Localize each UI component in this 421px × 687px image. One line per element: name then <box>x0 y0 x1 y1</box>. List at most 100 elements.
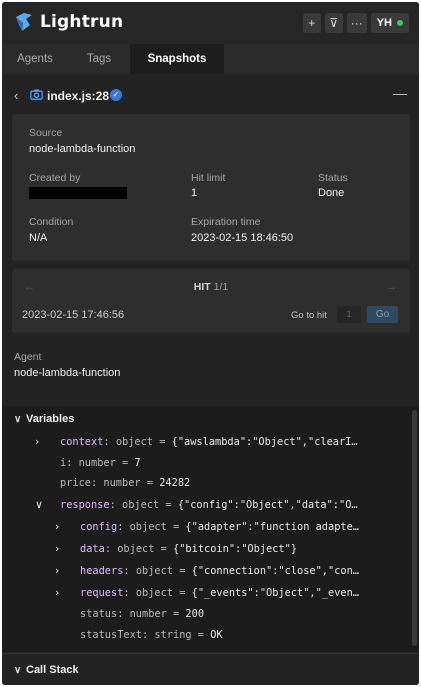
variable-value: {"connection":"close","con… <box>191 565 360 577</box>
hit-label: HIT <box>193 281 211 293</box>
variable-row[interactable]: ∨ response: object = {"config":"Object",… <box>35 498 358 511</box>
variable-type: object <box>122 499 160 511</box>
snapshot-title-row: ‹ index.js:28 ✓ — <box>2 85 419 106</box>
variable-value: {"adapter":"function adapte… <box>185 521 360 533</box>
variable-key: context <box>60 436 104 448</box>
variable-value: 200 <box>185 608 205 620</box>
tab-bar: Agents Tags Snapshots <box>2 44 419 74</box>
variable-value: {"awslambda":"Object","clearI… <box>171 436 358 448</box>
variable-type: object <box>129 521 167 533</box>
variable-type: number <box>129 608 167 620</box>
user-avatar-button[interactable]: YH <box>370 13 409 33</box>
variable-key: headers <box>80 565 124 577</box>
tab-agents[interactable]: Agents <box>2 44 68 74</box>
tab-tags[interactable]: Tags <box>68 44 130 74</box>
variable-row: status: number = 200 <box>80 608 205 620</box>
call-stack-title: Call Stack <box>26 664 79 676</box>
source-label: Source <box>29 127 63 139</box>
variable-row[interactable]: › data: object = {"bitcoin":"Object"} <box>55 542 298 555</box>
variable-row[interactable]: › headers: object = {"connection":"close… <box>55 564 360 577</box>
add-icon[interactable]: + <box>302 13 321 33</box>
hit-timestamp: 2023-02-15 17:46:56 <box>22 309 125 321</box>
filter-icon[interactable]: ⊽ <box>324 13 343 33</box>
lightrun-panel: Lightrun + ⊽ ··· YH Agents Tags Snapshot… <box>2 2 419 685</box>
variables-scrollbar[interactable] <box>412 410 417 646</box>
lightrun-logo: Lightrun <box>14 11 123 33</box>
variable-row[interactable]: › config: object = {"adapter":"function … <box>55 520 360 533</box>
variable-type: string <box>154 629 192 641</box>
variable-key: statusText <box>80 629 142 641</box>
go-button[interactable]: Go <box>367 306 398 323</box>
verified-check-icon: ✓ <box>110 89 122 101</box>
tab-snapshots[interactable]: Snapshots <box>130 44 224 74</box>
hit-navigator: ← HIT 1/1 → 2023-02-15 17:46:56 Go to hit… <box>12 269 410 333</box>
chevron-right-icon[interactable]: › <box>55 542 59 555</box>
variables-title: Variables <box>26 413 75 425</box>
variable-row[interactable]: › request: object = {"_events":"Object",… <box>55 586 360 599</box>
variables-section: ∨ Variables › context: object = {"awslamb… <box>2 406 419 652</box>
chevron-down-icon[interactable]: ∨ <box>35 498 43 511</box>
created-by-label: Created by <box>29 172 81 184</box>
more-icon[interactable]: ··· <box>346 13 367 33</box>
variable-key: data <box>80 543 105 555</box>
header-bar: Lightrun + ⊽ ··· YH <box>2 2 419 44</box>
variable-type: object <box>115 436 154 448</box>
next-hit-arrow-icon[interactable]: → <box>386 281 397 293</box>
collapse-icon[interactable]: — <box>393 85 407 101</box>
variable-key: request <box>80 587 124 599</box>
chevron-down-icon: ∨ <box>14 414 22 425</box>
online-status-icon <box>397 20 403 26</box>
variable-value: {"bitcoin":"Object"} <box>173 543 298 555</box>
go-to-hit-input[interactable]: 1 <box>337 306 361 323</box>
created-by-redacted <box>29 187 127 199</box>
snapshot-file-location: index.js:28 <box>47 89 110 103</box>
hit-indicator: HIT 1/1 <box>12 281 410 293</box>
agent-label: Agent <box>14 351 42 363</box>
variable-type: object <box>135 587 174 599</box>
user-initials: YH <box>376 17 392 29</box>
variable-key: price <box>60 477 91 489</box>
hit-count: 1/1 <box>213 281 229 293</box>
source-value: node-lambda-function <box>29 143 136 155</box>
variable-type: number <box>103 477 141 489</box>
hit-limit-value: 1 <box>191 187 198 199</box>
call-stack-section: ∨ Call Stack <box>2 653 419 685</box>
chevron-right-icon[interactable]: › <box>55 520 59 533</box>
agent-value: node-lambda-function <box>14 367 121 379</box>
status-value: Done <box>318 187 345 199</box>
variables-header[interactable]: ∨ Variables <box>14 413 74 425</box>
variable-value: 24282 <box>159 477 191 489</box>
variable-type: object <box>117 543 155 555</box>
variable-value: {"_events":"Object","_even… <box>191 587 360 599</box>
variable-row[interactable]: › context: object = {"awslambda":"Object… <box>35 435 358 448</box>
variable-type: object <box>135 565 174 577</box>
expiration-label: Expiration time <box>191 216 261 228</box>
header-actions: + ⊽ ··· YH <box>302 13 409 33</box>
variable-key: status <box>80 608 118 620</box>
call-stack-header[interactable]: ∨ Call Stack <box>14 664 79 676</box>
chevron-right-icon[interactable]: › <box>35 435 39 448</box>
variable-row: statusText: string = OK <box>80 629 223 641</box>
camera-icon <box>30 89 43 100</box>
variable-value: {"config":"Object","data":"O… <box>177 499 358 511</box>
chevron-right-icon[interactable]: › <box>55 586 59 599</box>
status-label: Status <box>318 172 348 184</box>
go-to-hit-label: Go to hit <box>291 310 327 321</box>
chevron-down-icon: ∨ <box>14 665 22 676</box>
snapshot-info-card: Source node-lambda-function Created by H… <box>12 114 410 261</box>
app-name: Lightrun <box>40 12 124 32</box>
hit-limit-label: Hit limit <box>191 172 226 184</box>
variable-value: 7 <box>134 457 141 469</box>
chevron-right-icon[interactable]: › <box>55 564 59 577</box>
expiration-value: 2023-02-15 18:46:50 <box>191 232 294 244</box>
variable-row: price: number = 24282 <box>60 477 191 489</box>
condition-value: N/A <box>29 232 48 244</box>
variable-key: response <box>60 499 110 511</box>
variable-key: config <box>80 521 118 533</box>
lightrun-bird-icon <box>16 13 32 31</box>
condition-label: Condition <box>29 216 74 228</box>
back-chevron-icon[interactable]: ‹ <box>14 88 18 103</box>
variable-row: i: number = 7 <box>60 457 141 469</box>
variable-type: number <box>78 457 116 469</box>
variable-value: OK <box>210 629 223 641</box>
